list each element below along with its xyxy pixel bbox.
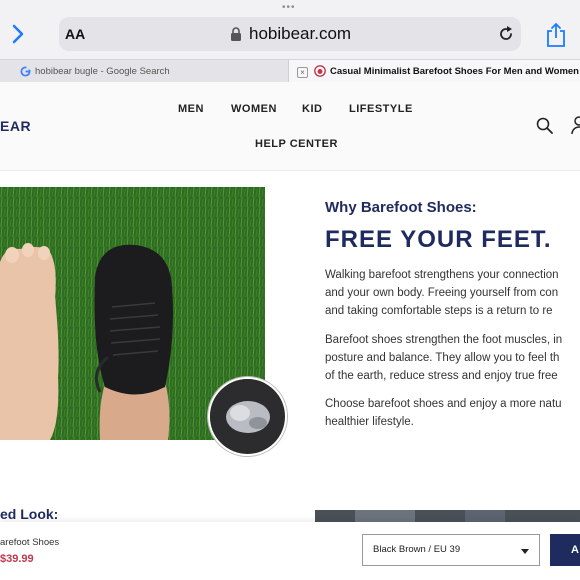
reload-icon[interactable]: [497, 25, 515, 43]
account-icon[interactable]: [570, 115, 580, 135]
nav-kid[interactable]: KID: [302, 103, 322, 115]
google-icon: [20, 66, 31, 77]
tab-label: hobibear bugle - Google Search: [35, 66, 170, 77]
site-logo[interactable]: EAR: [0, 118, 31, 134]
paragraph-line: Choose barefoot shoes and enjoy a more n…: [325, 398, 562, 410]
paragraph-line: healthier lifestyle.: [325, 416, 414, 428]
paragraph-line: of the earth, reduce stress and enjoy tr…: [325, 370, 558, 382]
nav-lifestyle[interactable]: LIFESTYLE: [349, 103, 413, 115]
site-header: EAR MEN WOMEN KID LIFESTYLE HELP CENTER: [0, 82, 580, 171]
url-text: hobibear.com: [249, 24, 352, 43]
sock-thumbnail-image: [208, 377, 287, 456]
section-subheading: Why Barefoot Shoes:: [325, 199, 477, 216]
nav-men[interactable]: MEN: [178, 103, 204, 115]
variant-select[interactable]: Black Brown / EU 39: [362, 534, 540, 566]
paragraph-2: Barefoot shoes strengthen the foot muscl…: [325, 331, 580, 385]
lock-icon: [231, 27, 241, 41]
tab-google-search[interactable]: hobibear bugle - Google Search: [0, 60, 289, 83]
search-icon[interactable]: [536, 117, 553, 134]
paragraph-line: and taking comfortable steps is a return…: [325, 305, 553, 317]
address-bar[interactable]: AA hobibear.com: [59, 17, 521, 51]
product-name: arefoot Shoes: [0, 537, 60, 548]
back-arrow-icon[interactable]: [8, 22, 26, 46]
paragraph-line: posture and balance. They allow you to f…: [325, 352, 560, 364]
paragraph-line: Barefoot shoes strengthen the foot muscl…: [325, 334, 563, 346]
nav-help-center[interactable]: HELP CENTER: [255, 138, 338, 150]
paragraph-line: and your own body. Freeing yourself from…: [325, 287, 559, 299]
tab-label: Casual Minimalist Barefoot Shoes For Men…: [330, 66, 580, 77]
hero-headline: FREE YOUR FEET.: [325, 226, 552, 253]
paragraph-3: Choose barefoot shoes and enjoy a more n…: [325, 395, 580, 431]
hobibear-favicon-icon: [314, 65, 326, 77]
lower-section-title: ed Look:: [0, 506, 59, 522]
paragraph-1: Walking barefoot strengthens your connec…: [325, 266, 580, 320]
text-size-button[interactable]: AA: [65, 26, 85, 42]
paragraph-line: Walking barefoot strengthens your connec…: [325, 269, 559, 281]
tab-hobibear[interactable]: × Casual Minimalist Barefoot Shoes For M…: [289, 60, 580, 83]
nav-women[interactable]: WOMEN: [231, 103, 277, 115]
tab-bar: hobibear bugle - Google Search × Casual …: [0, 59, 580, 83]
variant-selected-value: Black Brown / EU 39: [373, 544, 461, 555]
add-to-cart-button[interactable]: A: [550, 534, 580, 566]
share-icon[interactable]: [545, 22, 567, 48]
window-grabber[interactable]: •••: [282, 3, 296, 13]
sticky-cart-bar: arefoot Shoes $39.99 Black Brown / EU 39…: [0, 522, 580, 580]
chevron-down-icon: [521, 549, 529, 554]
close-tab-icon[interactable]: ×: [297, 67, 308, 78]
browser-toolbar: ••• AA hobibear.com hobibear bugle - Goo…: [0, 0, 580, 83]
product-price: $39.99: [0, 553, 34, 565]
